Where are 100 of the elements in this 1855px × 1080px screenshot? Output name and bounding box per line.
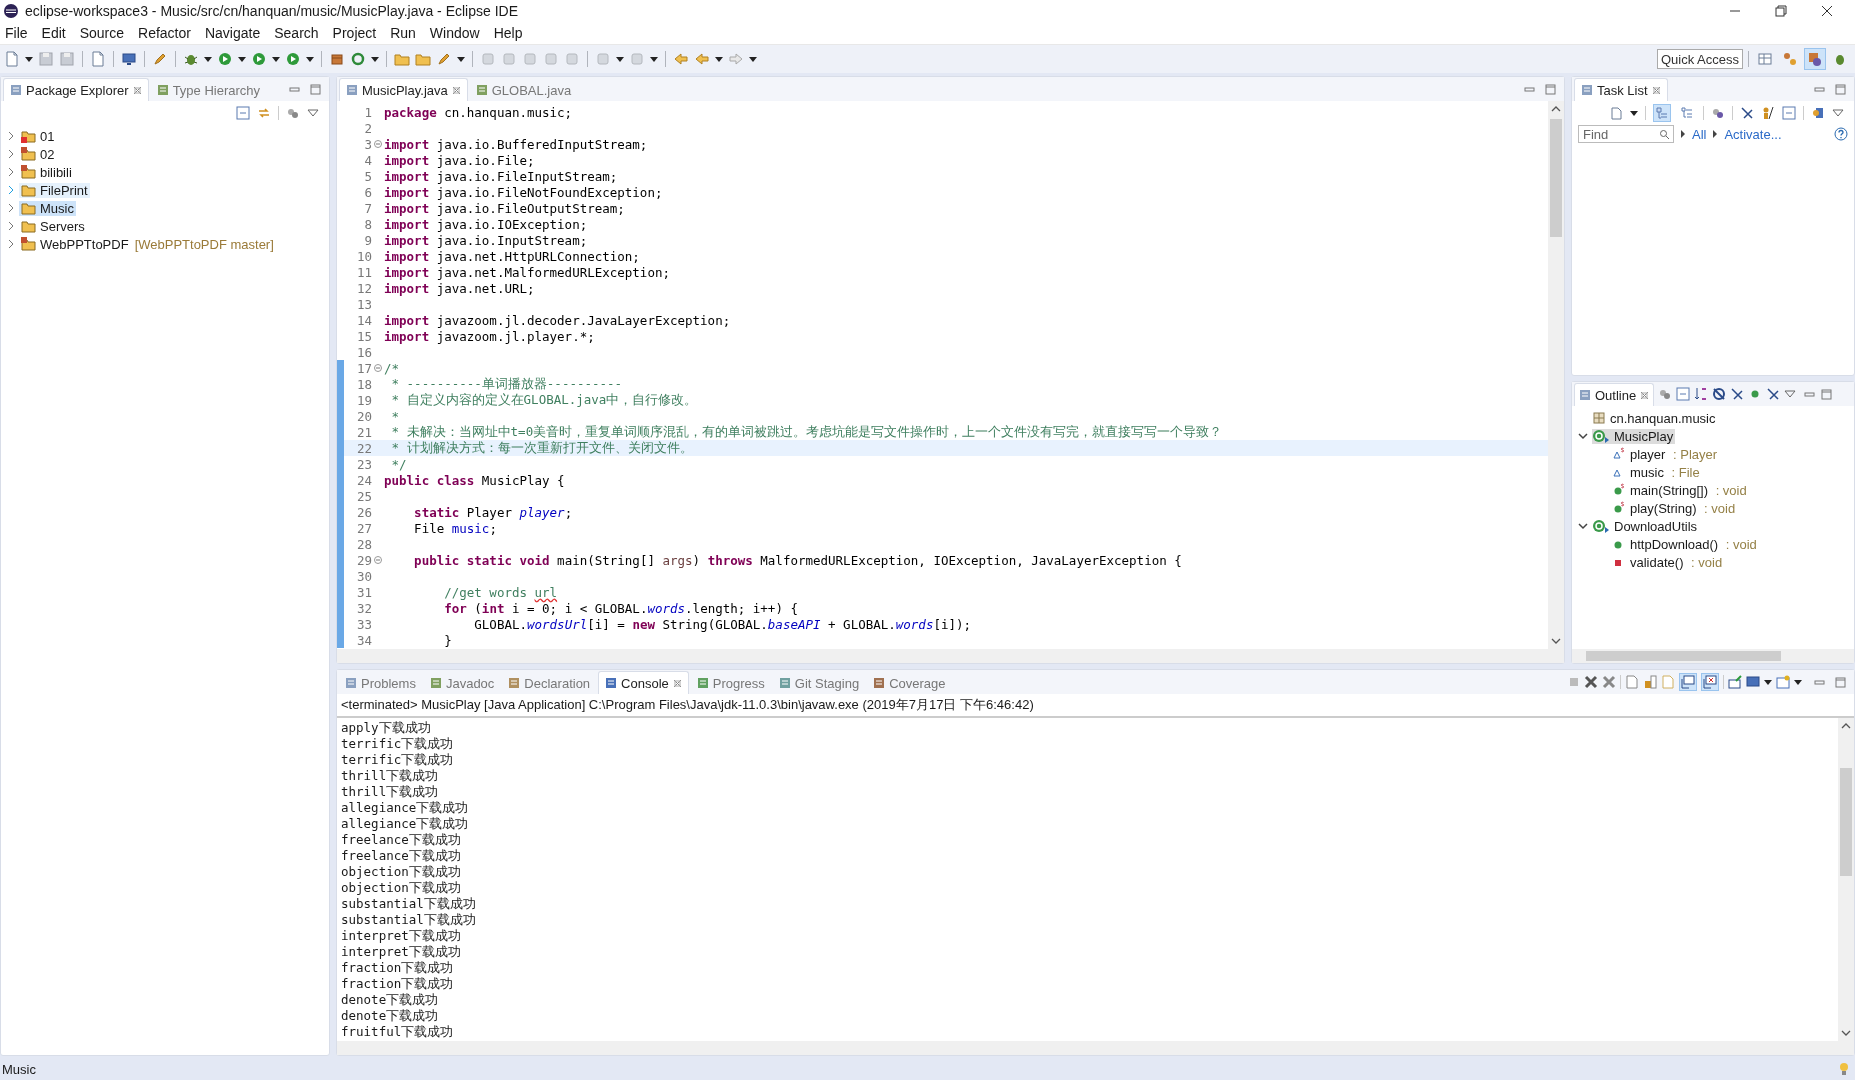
line-number: 26 [355,504,372,520]
console-line: substantial下载成功 [341,896,477,912]
link[interactable]: All [1692,126,1707,142]
line-number: 3 [363,136,372,152]
menu-item[interactable]: File [5,25,28,41]
console-line: terrific下载成功 [341,736,455,752]
console-line: fruitful下载成功 [341,1024,455,1040]
line-number: 29 [355,552,372,568]
tree-item[interactable]: 02 [19,146,57,162]
menu-item[interactable]: Project [332,25,377,41]
code-line: import java.net.MalformedURLException; [384,264,670,280]
line-number: 8 [363,216,372,232]
tab[interactable]: Console [598,671,689,694]
line-number: 32 [355,600,372,616]
console-line: denote下载成功 [341,992,440,1008]
tree-item[interactable]: WebPPTtoPDF [19,236,131,252]
line-number: 15 [355,328,372,344]
console-line: allegiance下载成功 [341,816,470,832]
outline-item[interactable]: music : File [1612,464,1702,480]
code-line: import java.io.FileNotFoundException; [384,184,663,200]
outline-item[interactable]: main(String[]) : void [1612,482,1749,498]
line-number: 9 [363,232,372,248]
link[interactable]: Activate... [1724,126,1782,142]
line-number: 14 [355,312,372,328]
code-line: import java.io.BufferedInputStream; [384,136,648,152]
console-line: objection下载成功 [341,864,462,880]
outline-item[interactable]: MusicPlay [1592,428,1676,444]
code-line: * ----------单词播放器---------- [390,375,623,393]
outline-item[interactable]: httpDownload() : void [1612,536,1759,552]
menu-item[interactable]: Search [274,25,319,41]
code-line: import java.io.InputStream; [384,232,588,248]
tab[interactable]: Task List [1574,78,1668,101]
line-number: 7 [363,200,372,216]
tab[interactable]: MusicPlay.java [339,78,468,101]
menu-item[interactable]: Run [390,25,416,41]
line-number: 20 [355,408,372,424]
line-number: 33 [355,616,372,632]
menu-item[interactable]: Window [429,25,480,41]
console-line: substantial下载成功 [341,912,477,928]
line-number: 6 [363,184,372,200]
tab[interactable]: Coverage [867,672,952,694]
console-line: fraction下载成功 [341,960,455,976]
menu-item[interactable]: Edit [41,25,66,41]
tab[interactable]: Progress [690,672,771,694]
code-line: import java.net.HttpURLConnection; [384,248,640,264]
code-line: /* [384,360,400,376]
code-line: * 自定义内容的定义在GLOBAL.java中，自行修改。 [390,391,698,409]
menu-item[interactable]: Navigate [204,25,261,41]
tab[interactable]: Outline [1574,383,1655,406]
tree-item[interactable]: bilibili [19,164,74,180]
line-number: 28 [355,536,372,552]
outline-item[interactable]: cn.hanquan.music [1592,410,1718,426]
tree-item[interactable]: 01 [19,128,57,144]
line-number: 4 [363,152,372,168]
code-line: import java.io.IOException; [384,216,588,232]
tree-item[interactable]: Music [19,200,76,216]
code-line: import java.io.FileInputStream; [384,168,618,184]
menu-item[interactable]: Help [493,25,523,41]
quick-access-field[interactable]: Quick Access [1657,49,1743,69]
outline-item[interactable]: validate() : void [1612,554,1725,570]
line-number: 1 [363,104,372,120]
line-number: 34 [355,632,372,648]
find-field[interactable]: Find [1578,125,1674,143]
console-line: terrific下载成功 [341,752,455,768]
code-line: import javazoom.jl.player.*; [384,328,595,344]
menu-item[interactable]: Source [79,25,125,41]
line-number: 16 [355,344,372,360]
line-number: 30 [355,568,372,584]
code-line: * 计划解决方式：每一次重新打开文件、关闭文件。 [390,439,693,457]
line-number: 19 [355,392,372,408]
tab[interactable]: Declaration [502,672,597,694]
outline-item[interactable]: player : Player [1612,446,1720,462]
tree-item[interactable]: Servers [19,218,87,234]
line-number: 25 [355,488,372,504]
tab[interactable]: Javadoc [423,672,501,694]
outline-item[interactable]: play(String) : void [1612,500,1738,516]
tab[interactable]: Type Hierarchy [150,79,267,101]
line-number: 17 [355,360,372,376]
code-line: static Player player; [413,504,573,520]
code-line: import java.net.URL; [384,280,535,296]
menu-item[interactable]: Refactor [138,25,191,41]
console-line: thrill下载成功 [341,784,440,800]
console-header: <terminated> MusicPlay [Java Application] C:\Program Files\Java\jdk-11.0.3\bin\javaw.exe (2019年7月17日 下午6:46:42) [337,694,1854,718]
console-line: freelance下载成功 [341,832,462,848]
outline-item[interactable]: DownloadUtils [1592,518,1700,534]
line-number: 21 [355,424,372,440]
tab[interactable]: Package Explorer [3,78,149,101]
tree-item[interactable]: FilePrint [19,182,90,198]
code-line: * 未解决：当网址中t=0美音时，重复单词顺序混乱，有的单词被跳过。考虑坑能是写文件操作时，上一个文件没有写完，就直接写写一个导致？ [390,423,1223,441]
code-line: */ [390,456,407,472]
code-line: File music; [413,520,497,536]
tab[interactable]: GLOBAL.java [469,79,578,101]
code-line: import java.io.File; [384,152,535,168]
line-number: 31 [355,584,372,600]
console-line: thrill下载成功 [341,768,440,784]
tab[interactable]: Problems [339,672,422,694]
line-number: 24 [355,472,372,488]
tab[interactable]: Git Staging [772,672,866,694]
line-number: 12 [355,280,372,296]
line-number: 10 [355,248,372,264]
